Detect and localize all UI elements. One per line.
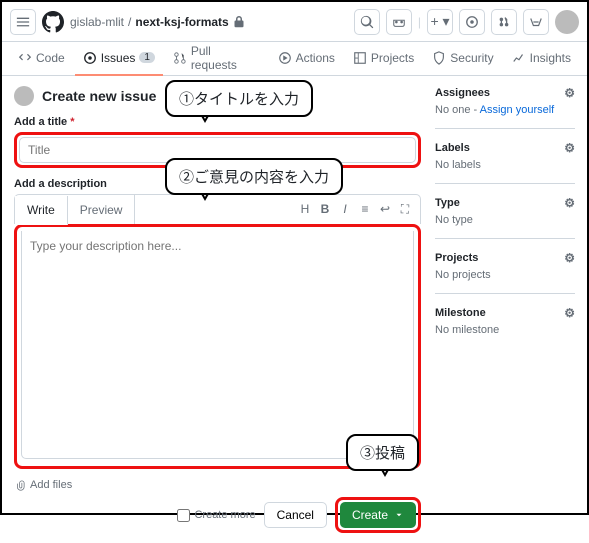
bold-icon[interactable]: B — [316, 202, 334, 217]
title-label: Add a title * — [14, 116, 421, 128]
gear-icon[interactable]: ⚙ — [564, 306, 575, 320]
editor-toolbar: H B I ≡ ↩ ⛶ — [296, 202, 420, 217]
add-files-button[interactable]: Add files — [14, 479, 421, 491]
search-button[interactable] — [354, 9, 380, 35]
form-footer: Create more Cancel Create — [14, 497, 421, 533]
cancel-button[interactable]: Cancel — [264, 502, 327, 528]
tab-pulls[interactable]: Pull requests — [165, 42, 268, 76]
issues-count: 1 — [139, 52, 155, 63]
callout-submit: ③投稿 — [346, 434, 419, 471]
breadcrumb-owner[interactable]: gislab-mlit — [70, 15, 124, 29]
copilot-button[interactable] — [386, 9, 412, 35]
sidebar-labels: Labels⚙ No labels — [435, 141, 575, 184]
inbox-button[interactable] — [523, 9, 549, 35]
top-bar: gislab-mlit / next-ksj-formats | + ▾ — [2, 2, 587, 42]
tab-actions[interactable]: Actions — [270, 42, 343, 76]
chevron-down-icon — [394, 510, 404, 520]
description-highlight — [14, 224, 421, 469]
paperclip-icon — [14, 479, 26, 491]
heading-icon[interactable]: H — [296, 202, 314, 217]
page-title: Create new issue — [42, 88, 156, 104]
tab-code[interactable]: Code — [10, 42, 73, 76]
sidebar-projects: Projects⚙ No projects — [435, 251, 575, 294]
github-logo-icon[interactable] — [42, 11, 64, 33]
top-right-actions: | + ▾ — [354, 9, 579, 35]
editor-tabs: Write Preview H B I ≡ ↩ ⛶ — [14, 194, 421, 224]
italic-icon[interactable]: I — [336, 202, 354, 217]
issues-global-button[interactable] — [459, 9, 485, 35]
gear-icon[interactable]: ⚙ — [564, 86, 575, 100]
author-avatar — [14, 86, 34, 106]
breadcrumb-repo[interactable]: next-ksj-formats — [135, 15, 228, 29]
user-avatar[interactable] — [555, 10, 579, 34]
sidebar-assignees: Assignees⚙ No one - Assign yourself — [435, 86, 575, 129]
gear-icon[interactable]: ⚙ — [564, 141, 575, 155]
gear-icon[interactable]: ⚙ — [564, 251, 575, 265]
tab-security[interactable]: Security — [424, 42, 501, 76]
gear-icon[interactable]: ⚙ — [564, 196, 575, 210]
write-tab[interactable]: Write — [15, 196, 68, 225]
callout-title: ①タイトルを入力 — [165, 80, 313, 117]
menu-button[interactable] — [10, 9, 36, 35]
breadcrumb-separator: / — [128, 15, 131, 29]
tab-projects[interactable]: Projects — [345, 42, 422, 76]
create-new-button[interactable]: + ▾ — [427, 9, 453, 35]
create-more-checkbox[interactable] — [177, 509, 190, 522]
create-more-option[interactable]: Create more — [177, 509, 255, 522]
sidebar: Assignees⚙ No one - Assign yourself Labe… — [435, 86, 575, 533]
preview-tab[interactable]: Preview — [68, 195, 136, 224]
assign-yourself-link[interactable]: Assign yourself — [480, 104, 555, 116]
sidebar-milestone: Milestone⚙ No milestone — [435, 306, 575, 348]
lock-icon — [233, 16, 245, 28]
description-textarea[interactable] — [21, 231, 414, 459]
tab-issues[interactable]: Issues1 — [75, 42, 163, 76]
list-icon[interactable]: ≡ — [356, 202, 374, 217]
repo-nav: Code Issues1 Pull requests Actions Proje… — [2, 42, 587, 76]
create-highlight: Create — [335, 497, 421, 533]
breadcrumb: gislab-mlit / next-ksj-formats — [70, 15, 348, 29]
pulls-global-button[interactable] — [491, 9, 517, 35]
callout-description: ②ご意見の内容を入力 — [165, 158, 343, 195]
tab-insights[interactable]: Insights — [504, 42, 579, 76]
link-icon[interactable]: ↩ — [376, 202, 394, 217]
sidebar-type: Type⚙ No type — [435, 196, 575, 239]
create-button[interactable]: Create — [340, 502, 416, 528]
expand-icon[interactable]: ⛶ — [396, 202, 414, 217]
